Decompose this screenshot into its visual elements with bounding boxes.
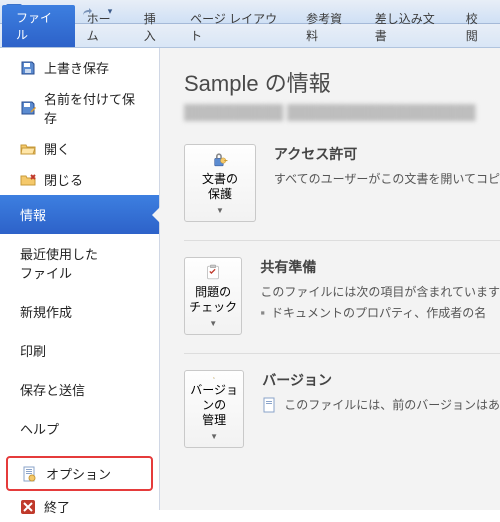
nav-label: オプション — [46, 464, 111, 483]
nav-help[interactable]: ヘルプ — [0, 409, 159, 448]
permissions-desc: すべてのユーザーがこの文書を開いてコピ — [274, 170, 500, 187]
section-permissions: 文書の 保護 ▼ アクセス許可 すべてのユーザーがこの文書を開いてコピ — [184, 144, 500, 222]
manage-versions-button[interactable]: バージョンの 管理 ▼ — [184, 370, 244, 448]
nav-save-as[interactable]: 名前を付けて保存 — [0, 83, 159, 133]
nav-exit[interactable]: 終了 — [0, 491, 159, 522]
backstage-content: Sample の情報 ██████████ ██████████████████… — [160, 48, 500, 510]
permissions-heading: アクセス許可 — [274, 144, 500, 164]
exit-icon — [20, 499, 36, 515]
nav-label: 新規作成 — [20, 302, 72, 321]
nav-label: 名前を付けて保存 — [44, 89, 145, 127]
bullet-icon: ▪ — [260, 305, 265, 320]
options-icon — [22, 466, 38, 482]
nav-recent[interactable]: 最近使用した ファイル — [0, 234, 159, 292]
section-prepare: 問題の チェック ▼ 共有準備 このファイルには次の項目が含まれています ▪ ド… — [184, 257, 500, 335]
chevron-down-icon: ▼ — [209, 319, 217, 328]
protect-document-button[interactable]: 文書の 保護 ▼ — [184, 144, 256, 222]
nav-print[interactable]: 印刷 — [0, 331, 159, 370]
save-as-icon — [20, 100, 36, 116]
chevron-down-icon: ▼ — [216, 206, 224, 215]
tab-review[interactable]: 校閲 — [454, 6, 500, 47]
nav-options[interactable]: オプション — [6, 456, 153, 491]
button-label: バージョンの 管理 — [189, 383, 239, 428]
nav-save[interactable]: 上書き保存 — [0, 52, 159, 83]
nav-label: 開く — [44, 139, 70, 158]
nav-label: 情報 — [20, 205, 46, 224]
nav-save-send[interactable]: 保存と送信 — [0, 370, 159, 409]
lock-icon — [204, 151, 236, 168]
nav-label: 保存と送信 — [20, 380, 85, 399]
button-label: 問題の チェック — [189, 285, 237, 315]
divider — [184, 240, 500, 241]
versions-desc: このファイルには、前のバージョンはあ — [284, 396, 500, 413]
folder-close-icon — [20, 172, 36, 188]
nav-open[interactable]: 開く — [0, 133, 159, 164]
versions-icon — [198, 377, 230, 379]
checklist-icon — [197, 264, 229, 281]
divider — [184, 353, 500, 354]
check-issues-button[interactable]: 問題の チェック ▼ — [184, 257, 242, 335]
backstage-nav: 上書き保存 名前を付けて保存 開く 閉じる 情報 最近使用した ファイル 新規作… — [0, 48, 160, 510]
nav-label: ヘルプ — [20, 419, 59, 438]
nav-info[interactable]: 情報 — [0, 195, 159, 234]
prepare-desc: このファイルには次の項目が含まれています — [260, 283, 500, 300]
tab-file[interactable]: ファイル — [2, 5, 75, 47]
button-label: 文書の 保護 — [202, 172, 238, 202]
ribbon: ファイル ホーム 挿入 ページ レイアウト 参考資料 差し込み文書 校閲 — [0, 24, 500, 48]
nav-label: 最近使用した ファイル — [20, 244, 98, 282]
page-title: Sample の情報 — [184, 66, 500, 98]
tab-insert[interactable]: 挿入 — [132, 6, 178, 47]
versions-heading: バージョン — [262, 370, 500, 390]
tab-home[interactable]: ホーム — [75, 6, 132, 47]
prepare-heading: 共有準備 — [260, 257, 500, 277]
nav-label: 終了 — [44, 497, 70, 516]
nav-label: 上書き保存 — [44, 58, 109, 77]
prepare-bullet: ドキュメントのプロパティ、作成者の名 — [271, 304, 486, 321]
tab-references[interactable]: 参考資料 — [294, 6, 363, 47]
folder-open-icon — [20, 141, 36, 157]
nav-label: 印刷 — [20, 341, 46, 360]
tab-mailings[interactable]: 差し込み文書 — [363, 6, 454, 47]
section-versions: バージョンの 管理 ▼ バージョン このファイルには、前のバージョンはあ — [184, 370, 500, 448]
nav-label: 閉じる — [44, 170, 83, 189]
tab-page-layout[interactable]: ページ レイアウト — [178, 6, 294, 47]
nav-close[interactable]: 閉じる — [0, 164, 159, 195]
chevron-down-icon: ▼ — [210, 432, 218, 441]
nav-new[interactable]: 新規作成 — [0, 292, 159, 331]
save-icon — [20, 60, 36, 76]
page-subtitle: ██████████ ███████████████████ — [184, 104, 500, 120]
document-icon — [262, 397, 278, 413]
